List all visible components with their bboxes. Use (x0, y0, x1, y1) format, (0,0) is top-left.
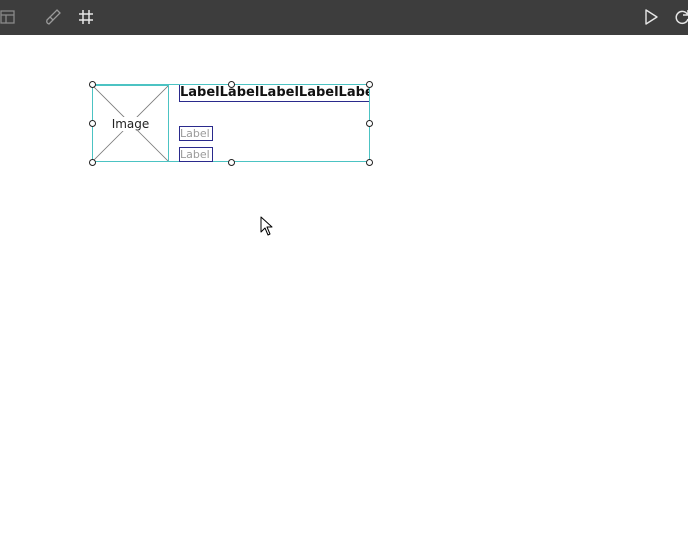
resize-handle-top-left[interactable] (89, 81, 96, 88)
toolbar (0, 0, 688, 35)
brush-icon[interactable] (43, 7, 63, 27)
design-canvas[interactable]: Image LabelLabelLabelLabelLabel Label La… (0, 35, 688, 545)
resize-handle-middle-left[interactable] (89, 120, 96, 127)
resize-handle-bottom-center[interactable] (228, 159, 235, 166)
title-label[interactable]: LabelLabelLabelLabelLabel (179, 85, 369, 102)
resize-handle-top-center[interactable] (228, 81, 235, 88)
resize-handle-middle-right[interactable] (366, 120, 373, 127)
play-icon[interactable] (641, 7, 661, 27)
resize-handle-bottom-left[interactable] (89, 159, 96, 166)
layout-icon[interactable] (0, 7, 18, 27)
label-1[interactable]: Label (179, 126, 213, 141)
refresh-icon[interactable] (672, 7, 688, 27)
grid-icon[interactable] (76, 7, 96, 27)
image-placeholder-label: Image (110, 116, 151, 131)
image-placeholder[interactable]: Image (92, 85, 169, 162)
image-placeholder-label-wrap: Image (93, 86, 168, 161)
resize-handle-top-right[interactable] (366, 81, 373, 88)
label-2[interactable]: Label (179, 147, 213, 162)
resize-handle-bottom-right[interactable] (366, 159, 373, 166)
mouse-pointer-icon (260, 216, 274, 240)
